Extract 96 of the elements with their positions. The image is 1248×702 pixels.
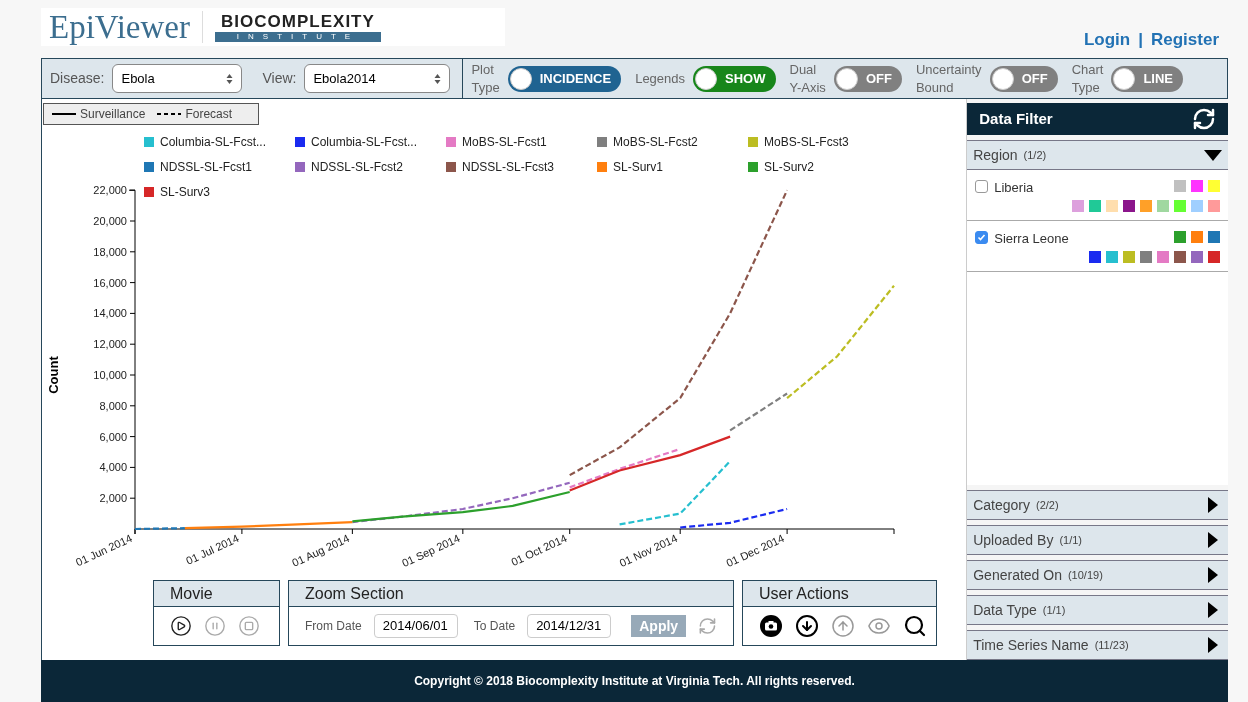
checkmark-icon bbox=[977, 233, 987, 242]
play-icon bbox=[170, 615, 192, 637]
date-input[interactable]: 2014/12/31 bbox=[527, 614, 612, 638]
y-tick-label: 6,000 bbox=[99, 430, 127, 443]
app-logo-title: EpiViewer bbox=[49, 10, 190, 44]
legend-label: SL-Surv3 bbox=[160, 185, 211, 199]
dashed-line-icon bbox=[157, 112, 182, 116]
panel-title: Data Filter bbox=[979, 108, 1053, 129]
movie-control[interactable] bbox=[170, 615, 192, 637]
action-button[interactable] bbox=[759, 614, 783, 638]
panel-title: Zoom Section bbox=[305, 583, 404, 604]
panel-title: User Actions bbox=[759, 583, 849, 604]
x-tick-label: 01 Jun 2014 bbox=[73, 531, 134, 569]
line-style-label: Surveillance bbox=[80, 106, 146, 123]
toggle-label: Dual Y-Axis bbox=[789, 60, 826, 97]
dropdown-select[interactable]: Ebola2014 bbox=[304, 64, 451, 93]
line-style-label: Forecast bbox=[185, 106, 233, 123]
x-tick-label: 01 Nov 2014 bbox=[617, 531, 680, 570]
toggle-label: Legends bbox=[635, 69, 686, 88]
legend-item[interactable]: NDSSL-SL-Fcst3 bbox=[446, 160, 555, 174]
solid-line-icon bbox=[52, 112, 76, 116]
camera-icon bbox=[759, 614, 783, 638]
filter-section-header[interactable]: Category (2/2) bbox=[967, 490, 1228, 520]
x-tick-label: 01 Sep 2014 bbox=[400, 531, 462, 570]
search-icon bbox=[903, 614, 927, 638]
toggle-label: Uncertainty Bound bbox=[915, 60, 982, 97]
x-tick-label: 01 Jul 2014 bbox=[184, 531, 241, 567]
upload-icon bbox=[831, 614, 855, 638]
institute-logo-text: BIOCOMPLEXITY bbox=[220, 12, 376, 32]
legend-label: MoBS-SL-Fcst2 bbox=[613, 135, 699, 149]
select-caret-icon bbox=[434, 72, 442, 85]
pause-icon bbox=[204, 615, 226, 637]
download-icon bbox=[795, 614, 819, 638]
auth-link[interactable]: Register bbox=[1150, 27, 1219, 53]
y-tick-label: 4,000 bbox=[99, 461, 127, 474]
x-tick-label: 01 Aug 2014 bbox=[290, 531, 352, 569]
legend-item[interactable]: SL-Surv3 bbox=[144, 185, 211, 199]
y-tick-label: 16,000 bbox=[93, 276, 127, 289]
expanded-triangle-icon bbox=[1204, 147, 1222, 163]
link-separator: | bbox=[1138, 29, 1143, 51]
institute-logo-subtitle: INSTITUTE bbox=[214, 32, 381, 42]
region-checkbox[interactable] bbox=[975, 180, 989, 193]
auth-link[interactable]: Login bbox=[1083, 27, 1131, 53]
y-tick-label: 2,000 bbox=[99, 492, 127, 505]
legend-label: SL-Surv1 bbox=[613, 160, 664, 174]
filter-section-header[interactable]: Data Type (1/1) bbox=[967, 595, 1228, 625]
region-checkbox[interactable] bbox=[975, 231, 989, 244]
y-tick-label: 10,000 bbox=[93, 369, 127, 381]
field-label: To Date bbox=[473, 618, 516, 635]
region-label: Sierra Leone bbox=[994, 230, 1069, 248]
select-caret-icon bbox=[226, 72, 234, 85]
toggle-switch[interactable]: LINE bbox=[1111, 65, 1184, 92]
legend-item[interactable]: Columbia-SL-Fcst... bbox=[144, 135, 267, 149]
y-tick-label: 22,000 bbox=[93, 184, 127, 197]
action-button[interactable] bbox=[903, 614, 927, 638]
y-tick-label: 18,000 bbox=[93, 245, 127, 258]
legend-item[interactable]: SL-Surv1 bbox=[597, 160, 664, 174]
toggle-switch[interactable]: SHOW bbox=[693, 65, 776, 92]
legend-label: MoBS-SL-Fcst3 bbox=[764, 135, 850, 149]
copyright-text: Copyright © 2018 Biocomplexity Institute at Virginia Tech. All rights reserved. bbox=[414, 673, 855, 690]
legend-item[interactable]: Columbia-SL-Fcst... bbox=[295, 135, 418, 149]
filter-section-header[interactable]: Region (1/2) bbox=[967, 140, 1228, 170]
date-input[interactable]: 2014/06/01 bbox=[373, 614, 458, 638]
filter-section-header[interactable]: Generated On (10/19) bbox=[967, 560, 1228, 590]
region-label: Liberia bbox=[994, 179, 1034, 197]
y-axis-title: Count bbox=[46, 356, 61, 394]
legend-label: SL-Surv2 bbox=[764, 160, 815, 174]
toggle-switch[interactable]: OFF bbox=[989, 65, 1058, 92]
select-label: Disease: bbox=[50, 69, 105, 88]
toggle-label: Chart Type bbox=[1071, 60, 1104, 97]
toggle-switch[interactable]: OFF bbox=[833, 65, 902, 92]
toggle-label: Plot Type bbox=[471, 60, 500, 97]
y-tick-label: 12,000 bbox=[93, 338, 127, 351]
legend-item[interactable]: MoBS-SL-Fcst2 bbox=[597, 135, 698, 149]
y-tick-label: 8,000 bbox=[99, 399, 127, 412]
select-label: View: bbox=[262, 69, 297, 88]
legend-item[interactable]: MoBS-SL-Fcst1 bbox=[446, 135, 547, 149]
y-tick-label: 14,000 bbox=[93, 307, 127, 320]
x-tick-label: 01 Oct 2014 bbox=[509, 531, 569, 569]
filter-section-header[interactable]: Uploaded By (1/1) bbox=[967, 525, 1228, 555]
legend-item[interactable]: NDSSL-SL-Fcst2 bbox=[295, 160, 404, 174]
dropdown-select[interactable]: Ebola bbox=[112, 64, 243, 93]
y-tick-label: 20,000 bbox=[93, 215, 127, 227]
stop-icon bbox=[238, 615, 260, 637]
legend-item[interactable]: SL-Surv2 bbox=[748, 160, 815, 174]
toggle-switch[interactable]: INCIDENCE bbox=[507, 65, 622, 92]
filter-section-header[interactable]: Time Series Name (11/23) bbox=[967, 630, 1228, 660]
refresh-icon[interactable] bbox=[1192, 107, 1216, 131]
reset-icon[interactable] bbox=[698, 616, 717, 636]
panel-title: Movie bbox=[170, 583, 213, 604]
legend-label: MoBS-SL-Fcst1 bbox=[462, 135, 548, 149]
legend-item[interactable]: NDSSL-SL-Fcst1 bbox=[144, 160, 253, 174]
legend-item[interactable]: MoBS-SL-Fcst3 bbox=[748, 135, 849, 149]
action-button[interactable] bbox=[795, 614, 819, 638]
field-label: From Date bbox=[305, 618, 362, 635]
x-tick-label: 01 Dec 2014 bbox=[724, 531, 786, 570]
